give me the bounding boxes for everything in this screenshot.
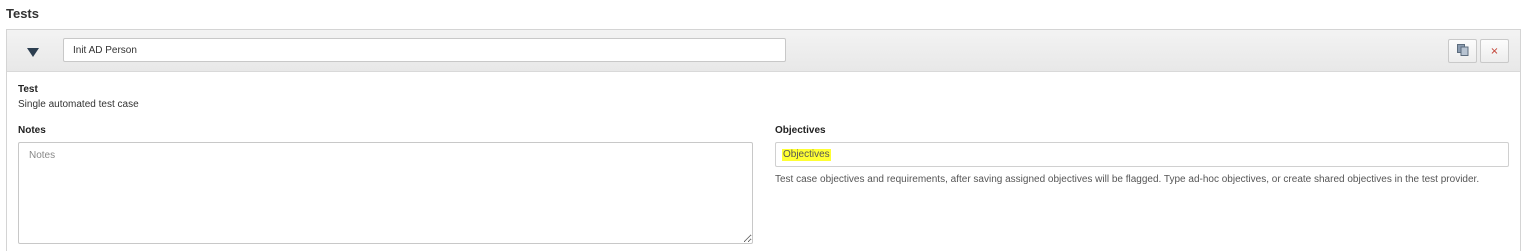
copy-button[interactable] [1448, 39, 1477, 63]
objectives-help-text: Test case objectives and requirements, a… [775, 174, 1480, 185]
test-panel: × Test Single automated test case Notes … [6, 29, 1521, 251]
objectives-input[interactable]: Objectives [775, 142, 1509, 167]
test-type-description: Single automated test case [18, 99, 139, 110]
notes-textarea[interactable] [18, 142, 753, 244]
collapse-triangle-down-icon[interactable] [27, 45, 39, 57]
test-name-input[interactable] [63, 38, 786, 62]
close-icon: × [1490, 45, 1499, 57]
copy-icon [1456, 43, 1469, 59]
notes-label: Notes [18, 125, 46, 136]
objectives-label: Objectives [775, 125, 826, 136]
remove-button[interactable]: × [1480, 39, 1509, 63]
section-title: Tests [6, 6, 39, 21]
test-panel-header: × [7, 30, 1520, 72]
test-type-label: Test [18, 84, 38, 95]
objectives-placeholder: Objectives [782, 149, 831, 161]
